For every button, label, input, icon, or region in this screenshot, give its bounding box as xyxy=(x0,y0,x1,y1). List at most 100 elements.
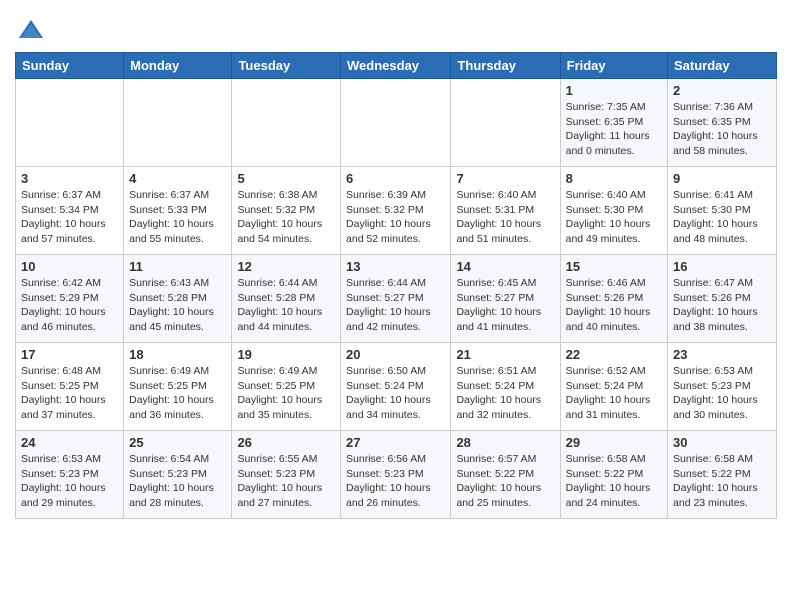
calendar-cell: 3 Sunrise: 6:37 AM Sunset: 5:34 PM Daylig… xyxy=(16,167,124,255)
day-number: 17 xyxy=(21,347,118,362)
calendar-week-row: 3 Sunrise: 6:37 AM Sunset: 5:34 PM Daylig… xyxy=(16,167,777,255)
calendar-cell xyxy=(16,79,124,167)
day-info: Sunrise: 6:40 AM Sunset: 5:31 PM Dayligh… xyxy=(456,188,554,247)
calendar-cell: 29 Sunrise: 6:58 AM Sunset: 5:22 PM Dayli… xyxy=(560,431,667,519)
day-info: Sunrise: 6:53 AM Sunset: 5:23 PM Dayligh… xyxy=(673,364,771,423)
calendar-cell: 21 Sunrise: 6:51 AM Sunset: 5:24 PM Dayli… xyxy=(451,343,560,431)
calendar-week-row: 10 Sunrise: 6:42 AM Sunset: 5:29 PM Dayli… xyxy=(16,255,777,343)
calendar-cell: 25 Sunrise: 6:54 AM Sunset: 5:23 PM Dayli… xyxy=(124,431,232,519)
weekday-header-saturday: Saturday xyxy=(668,53,777,79)
calendar-cell xyxy=(232,79,341,167)
day-info: Sunrise: 6:58 AM Sunset: 5:22 PM Dayligh… xyxy=(566,452,662,511)
day-number: 14 xyxy=(456,259,554,274)
page: SundayMondayTuesdayWednesdayThursdayFrid… xyxy=(0,0,792,534)
day-info: Sunrise: 6:39 AM Sunset: 5:32 PM Dayligh… xyxy=(346,188,445,247)
day-info: Sunrise: 6:44 AM Sunset: 5:28 PM Dayligh… xyxy=(237,276,335,335)
day-info: Sunrise: 6:50 AM Sunset: 5:24 PM Dayligh… xyxy=(346,364,445,423)
calendar-week-row: 24 Sunrise: 6:53 AM Sunset: 5:23 PM Dayli… xyxy=(16,431,777,519)
day-number: 7 xyxy=(456,171,554,186)
day-info: Sunrise: 6:49 AM Sunset: 5:25 PM Dayligh… xyxy=(129,364,226,423)
day-number: 23 xyxy=(673,347,771,362)
day-info: Sunrise: 6:48 AM Sunset: 5:25 PM Dayligh… xyxy=(21,364,118,423)
day-number: 30 xyxy=(673,435,771,450)
day-info: Sunrise: 6:41 AM Sunset: 5:30 PM Dayligh… xyxy=(673,188,771,247)
day-number: 26 xyxy=(237,435,335,450)
day-info: Sunrise: 6:42 AM Sunset: 5:29 PM Dayligh… xyxy=(21,276,118,335)
day-info: Sunrise: 6:37 AM Sunset: 5:34 PM Dayligh… xyxy=(21,188,118,247)
calendar-cell: 10 Sunrise: 6:42 AM Sunset: 5:29 PM Dayli… xyxy=(16,255,124,343)
day-number: 12 xyxy=(237,259,335,274)
calendar-cell xyxy=(341,79,451,167)
day-number: 29 xyxy=(566,435,662,450)
day-number: 10 xyxy=(21,259,118,274)
day-info: Sunrise: 6:52 AM Sunset: 5:24 PM Dayligh… xyxy=(566,364,662,423)
calendar-cell: 7 Sunrise: 6:40 AM Sunset: 5:31 PM Daylig… xyxy=(451,167,560,255)
calendar-cell: 27 Sunrise: 6:56 AM Sunset: 5:23 PM Dayli… xyxy=(341,431,451,519)
day-number: 6 xyxy=(346,171,445,186)
calendar-cell: 13Sunrise: 6:44 AM Sunset: 5:27 PM Dayli… xyxy=(341,255,451,343)
day-number: 27 xyxy=(346,435,445,450)
calendar-cell: 18 Sunrise: 6:49 AM Sunset: 5:25 PM Dayli… xyxy=(124,343,232,431)
calendar-cell: 23 Sunrise: 6:53 AM Sunset: 5:23 PM Dayli… xyxy=(668,343,777,431)
day-number: 20 xyxy=(346,347,445,362)
day-number: 8 xyxy=(566,171,662,186)
calendar-cell: 12 Sunrise: 6:44 AM Sunset: 5:28 PM Dayli… xyxy=(232,255,341,343)
day-number: 2 xyxy=(673,83,771,98)
day-number: 25 xyxy=(129,435,226,450)
day-info: Sunrise: 6:53 AM Sunset: 5:23 PM Dayligh… xyxy=(21,452,118,511)
day-number: 24 xyxy=(21,435,118,450)
day-number: 18 xyxy=(129,347,226,362)
weekday-header-sunday: Sunday xyxy=(16,53,124,79)
calendar-cell: 22 Sunrise: 6:52 AM Sunset: 5:24 PM Dayli… xyxy=(560,343,667,431)
day-info: Sunrise: 6:37 AM Sunset: 5:33 PM Dayligh… xyxy=(129,188,226,247)
calendar-cell: 20 Sunrise: 6:50 AM Sunset: 5:24 PM Dayli… xyxy=(341,343,451,431)
day-number: 28 xyxy=(456,435,554,450)
day-number: 15 xyxy=(566,259,662,274)
day-info: Sunrise: 6:54 AM Sunset: 5:23 PM Dayligh… xyxy=(129,452,226,511)
day-info: Sunrise: 6:44 AM Sunset: 5:27 PM Dayligh… xyxy=(346,276,445,335)
calendar-cell xyxy=(451,79,560,167)
logo xyxy=(15,16,45,44)
day-info: Sunrise: 6:47 AM Sunset: 5:26 PM Dayligh… xyxy=(673,276,771,335)
day-info: Sunrise: 7:36 AM Sunset: 6:35 PM Dayligh… xyxy=(673,100,771,159)
calendar-cell: 11 Sunrise: 6:43 AM Sunset: 5:28 PM Dayli… xyxy=(124,255,232,343)
day-info: Sunrise: 6:58 AM Sunset: 5:22 PM Dayligh… xyxy=(673,452,771,511)
header xyxy=(15,10,777,44)
day-info: Sunrise: 6:57 AM Sunset: 5:22 PM Dayligh… xyxy=(456,452,554,511)
calendar-cell xyxy=(124,79,232,167)
day-number: 3 xyxy=(21,171,118,186)
calendar-cell: 8 Sunrise: 6:40 AM Sunset: 5:30 PM Daylig… xyxy=(560,167,667,255)
calendar-cell: 28 Sunrise: 6:57 AM Sunset: 5:22 PM Dayli… xyxy=(451,431,560,519)
calendar-cell: 15Sunrise: 6:46 AM Sunset: 5:26 PM Dayli… xyxy=(560,255,667,343)
day-number: 19 xyxy=(237,347,335,362)
day-number: 11 xyxy=(129,259,226,274)
day-number: 16 xyxy=(673,259,771,274)
day-info: Sunrise: 6:43 AM Sunset: 5:28 PM Dayligh… xyxy=(129,276,226,335)
day-number: 5 xyxy=(237,171,335,186)
calendar-cell: 5Sunrise: 6:38 AM Sunset: 5:32 PM Daylig… xyxy=(232,167,341,255)
calendar-cell: 26 Sunrise: 6:55 AM Sunset: 5:23 PM Dayli… xyxy=(232,431,341,519)
day-info: Sunrise: 6:49 AM Sunset: 5:25 PM Dayligh… xyxy=(237,364,335,423)
weekday-header-monday: Monday xyxy=(124,53,232,79)
day-info: Sunrise: 6:45 AM Sunset: 5:27 PM Dayligh… xyxy=(456,276,554,335)
calendar-cell: 2 Sunrise: 7:36 AM Sunset: 6:35 PM Daylig… xyxy=(668,79,777,167)
day-info: Sunrise: 6:51 AM Sunset: 5:24 PM Dayligh… xyxy=(456,364,554,423)
calendar-cell: 4 Sunrise: 6:37 AM Sunset: 5:33 PM Daylig… xyxy=(124,167,232,255)
day-number: 9 xyxy=(673,171,771,186)
calendar-cell: 19 Sunrise: 6:49 AM Sunset: 5:25 PM Dayli… xyxy=(232,343,341,431)
calendar-cell: 14 Sunrise: 6:45 AM Sunset: 5:27 PM Dayli… xyxy=(451,255,560,343)
weekday-header-friday: Friday xyxy=(560,53,667,79)
day-number: 22 xyxy=(566,347,662,362)
weekday-header-thursday: Thursday xyxy=(451,53,560,79)
logo-icon xyxy=(17,16,45,44)
day-info: Sunrise: 6:56 AM Sunset: 5:23 PM Dayligh… xyxy=(346,452,445,511)
calendar-header-row: SundayMondayTuesdayWednesdayThursdayFrid… xyxy=(16,53,777,79)
day-number: 4 xyxy=(129,171,226,186)
calendar-week-row: 1Sunrise: 7:35 AM Sunset: 6:35 PM Daylig… xyxy=(16,79,777,167)
weekday-header-tuesday: Tuesday xyxy=(232,53,341,79)
day-info: Sunrise: 6:55 AM Sunset: 5:23 PM Dayligh… xyxy=(237,452,335,511)
day-info: Sunrise: 6:40 AM Sunset: 5:30 PM Dayligh… xyxy=(566,188,662,247)
calendar-cell: 17 Sunrise: 6:48 AM Sunset: 5:25 PM Dayli… xyxy=(16,343,124,431)
day-number: 21 xyxy=(456,347,554,362)
day-info: Sunrise: 7:35 AM Sunset: 6:35 PM Dayligh… xyxy=(566,100,662,159)
